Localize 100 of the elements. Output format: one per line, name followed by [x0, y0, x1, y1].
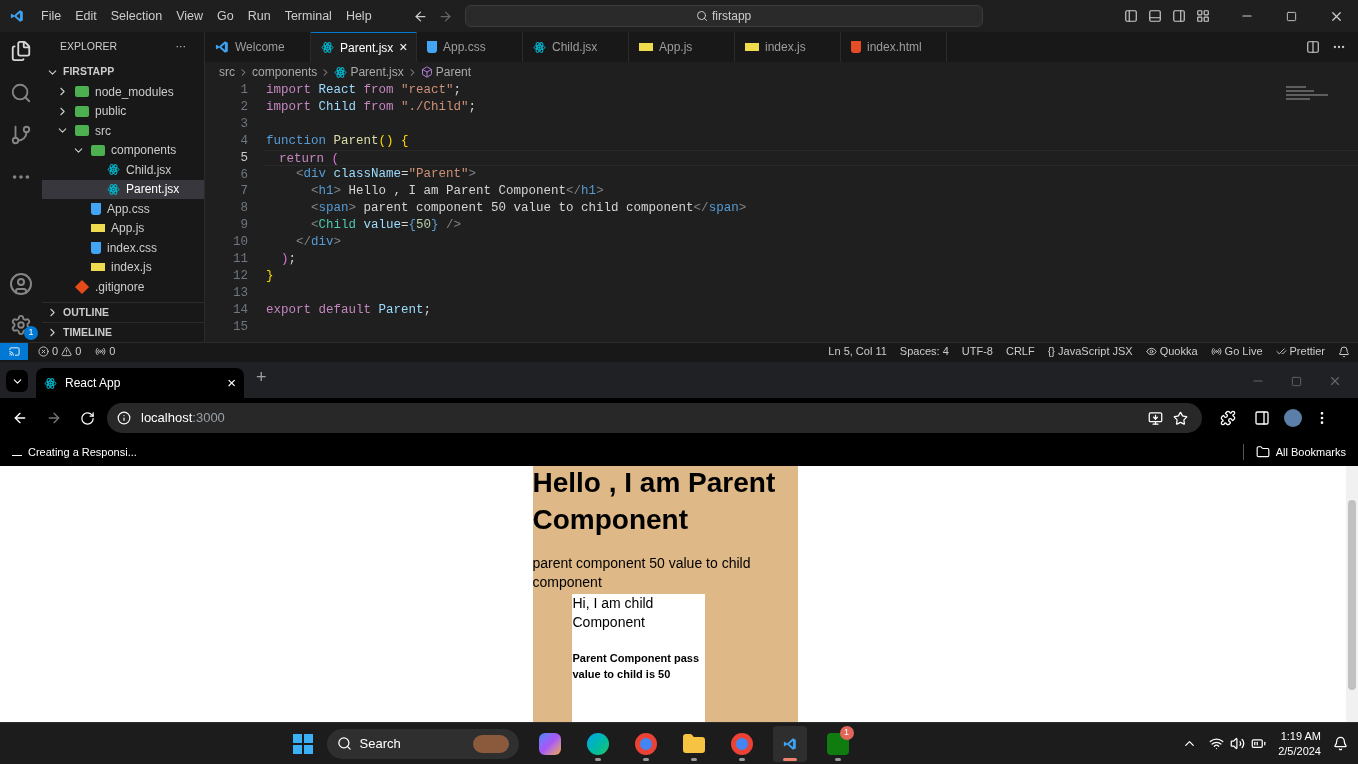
- windows-start-icon[interactable]: [292, 733, 313, 754]
- file-tree-item[interactable]: components: [42, 140, 204, 160]
- sidebar-toggle-icon[interactable]: [1124, 9, 1138, 23]
- breadcrumb-item[interactable]: components: [252, 63, 318, 81]
- edge-icon: [586, 732, 609, 755]
- file-tree-item[interactable]: src: [42, 121, 204, 141]
- breadcrumb-item[interactable]: Parent: [435, 63, 472, 81]
- close-tab-button[interactable]: ×: [399, 37, 408, 58]
- search-icon[interactable]: [10, 82, 32, 104]
- file-tree-item[interactable]: App.css: [42, 199, 204, 219]
- split-editor-icon[interactable]: [1306, 40, 1320, 54]
- file-tree-item[interactable]: node_modules: [42, 82, 204, 102]
- settings-icon[interactable]: [10, 314, 32, 336]
- clock-time[interactable]: 1:19 AM: [1280, 728, 1321, 744]
- file-name: components: [111, 142, 177, 160]
- error-count[interactable]: 0: [52, 343, 59, 360]
- code-line: function Parent() {: [266, 133, 409, 148]
- status-item[interactable]: Ln 5, Col 11: [828, 343, 887, 360]
- new-tab-button[interactable]: +: [256, 364, 267, 391]
- running-indicator: [738, 757, 745, 761]
- file-tree-item[interactable]: Parent.jsx: [42, 179, 204, 199]
- command-search-field[interactable]: firstapp: [464, 5, 983, 27]
- editor-tab[interactable]: index.html: [841, 32, 947, 62]
- clock-date[interactable]: 2/5/2024: [1278, 743, 1321, 759]
- tab-label: Welcome: [235, 39, 285, 56]
- forward-arrow-icon[interactable]: [437, 8, 453, 24]
- menu-item[interactable]: Run: [240, 6, 278, 26]
- star-icon[interactable]: [1173, 410, 1188, 426]
- editor-tab[interactable]: App.js: [629, 32, 735, 62]
- tab-search-button[interactable]: [6, 370, 28, 392]
- status-item[interactable]: Go Live: [1210, 343, 1263, 360]
- status-item[interactable]: Spaces: 4: [899, 343, 949, 360]
- file-name: index.css: [107, 239, 158, 257]
- panel-toggle-icon[interactable]: [1148, 9, 1162, 23]
- profile-avatar[interactable]: [1284, 409, 1302, 427]
- breadcrumb-item[interactable]: src: [219, 63, 235, 81]
- files-icon[interactable]: [10, 40, 32, 62]
- file-tree-item[interactable]: public: [42, 101, 204, 121]
- back-arrow-icon[interactable]: [412, 8, 428, 24]
- browser-tab[interactable]: React App ×: [36, 368, 244, 398]
- status-item[interactable]: Quokka: [1145, 343, 1198, 360]
- url-text: localhost:3000: [141, 409, 225, 428]
- file-tree-item[interactable]: .gitignore: [42, 277, 204, 297]
- warning-count[interactable]: 0: [75, 343, 82, 360]
- more-actions-button[interactable]: ···: [175, 39, 186, 55]
- wifi-icon[interactable]: [1209, 736, 1225, 751]
- file-name: node_modules: [95, 83, 174, 101]
- running-indicator: [834, 757, 841, 761]
- taskbar-search-field[interactable]: Search: [326, 728, 519, 759]
- battery-icon[interactable]: [1251, 736, 1267, 751]
- editor-tab[interactable]: Child.jsx: [523, 32, 629, 62]
- collapsed-section-header[interactable]: OUTLINE: [42, 302, 204, 322]
- extensions-icon[interactable]: [1220, 410, 1236, 426]
- secondary-sidebar-icon[interactable]: [1172, 9, 1186, 23]
- tab-label: index.js: [765, 39, 806, 56]
- file-tree-item[interactable]: index.js: [42, 257, 204, 277]
- line-number: 3: [239, 115, 248, 133]
- menu-item[interactable]: Help: [338, 6, 379, 26]
- menu-item[interactable]: Terminal: [277, 6, 339, 26]
- workspace-name[interactable]: FIRSTAPP: [63, 64, 115, 80]
- breadcrumb-item[interactable]: Parent.jsx: [350, 63, 404, 81]
- tab-label: Parent.jsx: [340, 39, 394, 57]
- file-tree-item[interactable]: index.css: [42, 238, 204, 258]
- status-item[interactable]: CRLF: [1005, 343, 1035, 360]
- branch-icon[interactable]: [10, 124, 32, 146]
- menu-item[interactable]: View: [169, 6, 210, 26]
- menu-item[interactable]: Selection: [103, 6, 170, 26]
- ports-count[interactable]: 0: [109, 343, 116, 360]
- status-item[interactable]: UTF-8: [961, 343, 993, 360]
- file-tree-item[interactable]: Child.jsx: [42, 160, 204, 180]
- line-number: 9: [239, 217, 248, 235]
- vscode-logo-icon: [10, 9, 24, 23]
- status-item[interactable]: {} JavaScript JSX: [1047, 343, 1133, 360]
- status-item[interactable]: Prettier: [1275, 343, 1325, 360]
- line-number: 7: [239, 183, 248, 201]
- all-bookmarks-link[interactable]: All Bookmarks: [1275, 443, 1346, 461]
- editor-tab[interactable]: index.js: [735, 32, 841, 62]
- close-tab-button[interactable]: ×: [227, 371, 236, 395]
- account-icon[interactable]: [9, 272, 33, 296]
- bookmark-link[interactable]: Creating a Responsi...: [28, 443, 137, 461]
- vscode-logo-icon: [782, 736, 797, 751]
- bell-icon[interactable]: [1333, 736, 1348, 751]
- speaker-icon[interactable]: [1230, 736, 1246, 751]
- editor-tab[interactable]: Parent.jsx ×: [311, 32, 417, 62]
- editor-tab[interactable]: App.css: [417, 32, 523, 62]
- atom-icon: [107, 163, 120, 177]
- taskbar-app-button[interactable]: [772, 725, 807, 762]
- code-line: <div className="Parent">: [295, 167, 477, 182]
- file-tree-item[interactable]: App.js: [42, 218, 204, 238]
- menu-item[interactable]: File: [34, 6, 69, 26]
- line-number: 2: [239, 98, 248, 116]
- side-panel-icon[interactable]: [1254, 410, 1270, 426]
- reload-icon[interactable]: [80, 410, 95, 426]
- menu-item[interactable]: Edit: [68, 6, 104, 26]
- layout-icon[interactable]: [1196, 9, 1210, 23]
- remote-button[interactable]: [0, 343, 28, 360]
- address-bar[interactable]: localhost:3000: [107, 403, 1202, 433]
- install-app-icon[interactable]: [1148, 410, 1163, 426]
- menu-item[interactable]: Go: [210, 6, 241, 26]
- bell-icon[interactable]: [1338, 345, 1350, 358]
